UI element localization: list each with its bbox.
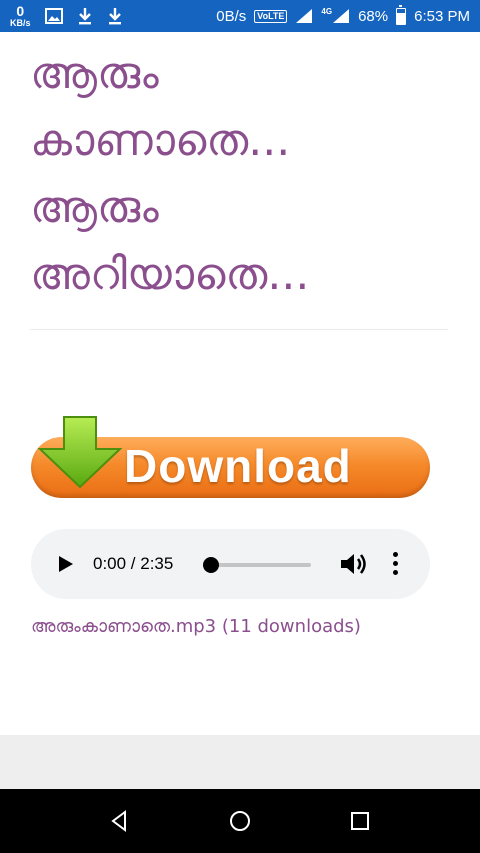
file-download-link[interactable]: അരുംകാണാതെ.mp3 (11 downloads) [31,614,361,640]
net-speed: 0B/s [216,7,247,25]
battery-icon [396,4,407,25]
footer-area [0,735,480,789]
status-bar: 0 KB/s 0B/s VoLTE 4G 68% 6:53 PM [0,0,480,32]
title-line: അറിയാതെ... [30,249,310,300]
network-type: 4G [321,7,333,16]
download-label[interactable]: Download [124,436,352,497]
recents-icon[interactable] [348,809,372,833]
seek-bar[interactable] [207,563,311,567]
kb-value: 0 [16,3,25,19]
play-icon[interactable] [59,556,73,572]
volte-badge: VoLTE [254,9,288,23]
navigation-bar [0,789,480,853]
back-icon[interactable] [108,809,132,833]
clock: 6:53 PM [414,7,470,25]
title-line: ആരും [30,182,159,233]
download-arrow-icon [37,416,123,489]
kb-unit: KB/s [10,18,31,28]
audio-player: 0:00 / 2:35 [31,529,430,599]
home-icon[interactable] [228,809,252,833]
divider [30,329,448,330]
title-line: ആരും [30,48,159,99]
time-display: 0:00 / 2:35 [93,554,174,573]
more-options-icon[interactable] [390,552,400,576]
network-speed-indicator: 0 KB/s [10,4,31,28]
download-icon [108,8,121,25]
signal-icon [296,9,313,23]
volume-icon[interactable] [339,551,367,577]
signal-icon [333,9,350,23]
image-icon [44,8,63,24]
battery-percent: 68% [358,7,389,25]
seek-thumb[interactable] [203,557,219,573]
post-title: ആരും കാണാതെ... ആരും അറിയാതെ... [30,40,450,308]
download-icon [78,8,91,25]
title-line: കാണാതെ... [30,115,291,166]
